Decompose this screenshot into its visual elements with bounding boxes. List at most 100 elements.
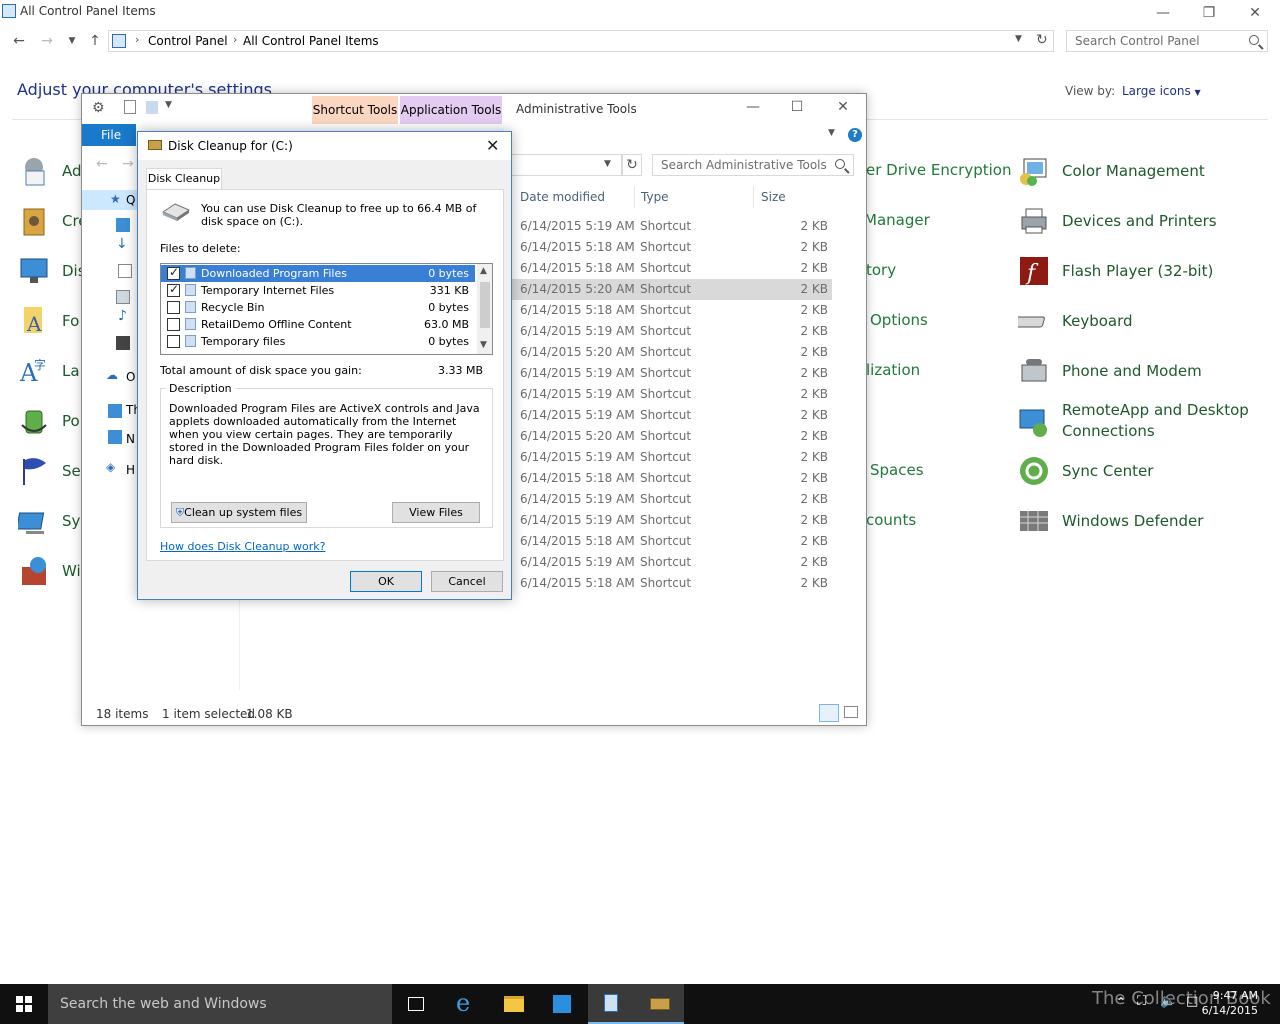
table-row[interactable]: 6/14/2015 5:18 AM Shortcut 2 KB (512, 300, 832, 321)
breadcrumb-control-panel[interactable]: Control Panel (148, 34, 228, 48)
checkbox[interactable] (167, 318, 180, 331)
clean-up-system-files-button[interactable]: ⛨Clean up system files (171, 502, 307, 523)
cp-item-bitlocker[interactable]: er Drive Encryption (866, 161, 1011, 179)
list-item[interactable]: Downloaded Program Files 0 bytes (161, 265, 475, 282)
cp-item-sync-center[interactable]: Sync Center (1018, 456, 1153, 486)
column-date-modified[interactable]: Date modified (520, 190, 605, 204)
breadcrumb-all-items[interactable]: All Control Panel Items (243, 34, 379, 48)
cp-item-file-history[interactable]: tory (866, 261, 896, 279)
cp-item-device-manager[interactable]: Manager (864, 211, 930, 229)
list-item[interactable]: RetailDemo Offline Content 63.0 MB (161, 316, 475, 333)
back-arrow-icon[interactable]: ← (9, 32, 29, 50)
tab-application-tools[interactable]: Application Tools (400, 96, 502, 124)
music-icon[interactable]: ♪ (118, 308, 127, 324)
cp-item-keyboard[interactable]: Keyboard (1014, 306, 1133, 336)
checkbox[interactable] (167, 301, 180, 314)
address-dropdown-icon[interactable]: ▼ (1015, 34, 1022, 44)
minimize-button[interactable]: — (730, 94, 776, 120)
cancel-button[interactable]: Cancel (431, 571, 503, 592)
cp-item-left-1[interactable]: Cre (18, 206, 88, 236)
volume-icon[interactable]: 🔈 (1160, 994, 1176, 1009)
column-type[interactable]: Type (641, 190, 669, 204)
onedrive-icon[interactable]: ☁ (106, 368, 118, 382)
properties-icon[interactable]: ⚙ (92, 100, 105, 116)
large-icons-view-icon[interactable] (844, 706, 858, 718)
downloads-icon[interactable]: ↓ (116, 236, 128, 252)
close-icon[interactable]: ✕ (486, 136, 499, 155)
scroll-down-icon[interactable]: ▼ (480, 340, 487, 350)
cp-item-left-3[interactable]: A Fo (18, 306, 79, 336)
task-view-button[interactable] (392, 984, 440, 1024)
network-icon[interactable] (108, 430, 122, 444)
homegroup-icon[interactable]: ◈ (106, 460, 115, 474)
notifications-icon[interactable]: □ (1186, 994, 1198, 1009)
table-row[interactable]: 6/14/2015 5:20 AM Shortcut 2 KB (512, 279, 832, 300)
table-row[interactable]: 6/14/2015 5:19 AM Shortcut 2 KB (512, 363, 832, 384)
control-panel-search-input[interactable]: Search Control Panel (1066, 30, 1268, 52)
table-row[interactable]: 6/14/2015 5:18 AM Shortcut 2 KB (512, 468, 832, 489)
table-row[interactable]: 6/14/2015 5:20 AM Shortcut 2 KB (512, 342, 832, 363)
checkbox[interactable] (167, 335, 180, 348)
pictures-icon[interactable] (116, 290, 130, 304)
restore-button[interactable]: ❐ (1186, 0, 1232, 26)
address-bar[interactable]: ▼ (512, 154, 622, 176)
table-row[interactable]: 6/14/2015 5:18 AM Shortcut 2 KB (512, 258, 832, 279)
cp-item-left-4[interactable]: A 字 La (18, 356, 80, 387)
this-pc-icon[interactable] (108, 404, 122, 418)
cp-item-devices-printers[interactable]: Devices and Printers (1018, 206, 1217, 236)
scroll-up-icon[interactable]: ▲ (480, 266, 487, 276)
cp-item-left-0[interactable]: Ad (18, 156, 82, 186)
forward-arrow-icon[interactable]: → (122, 156, 134, 172)
file-explorer-button[interactable] (490, 984, 538, 1024)
chevron-up-icon[interactable]: ⌃ (1116, 995, 1126, 1009)
cp-item-personalization[interactable]: lization (866, 361, 920, 379)
ribbon-expand-icon[interactable]: ▼ (828, 128, 835, 138)
videos-icon[interactable] (116, 336, 130, 350)
edge-button[interactable]: e (442, 984, 490, 1024)
minimize-button[interactable]: — (1140, 0, 1186, 26)
control-panel-taskbar-button[interactable] (588, 984, 636, 1024)
ok-button[interactable]: OK (350, 571, 422, 592)
table-row[interactable]: 6/14/2015 5:19 AM Shortcut 2 KB (512, 510, 832, 531)
table-row[interactable]: 6/14/2015 5:18 AM Shortcut 2 KB (512, 531, 832, 552)
new-folder-icon[interactable] (146, 101, 158, 114)
details-view-icon[interactable] (819, 704, 839, 722)
cp-item-phone-modem[interactable]: Phone and Modem (1018, 356, 1202, 386)
qa-dropdown-icon[interactable]: ▼ (165, 100, 172, 110)
cp-item-flash-player[interactable]: f Flash Player (32-bit) (1018, 256, 1213, 286)
table-row[interactable]: 6/14/2015 5:19 AM Shortcut 2 KB (512, 489, 832, 510)
help-link[interactable]: How does Disk Cleanup work? (160, 540, 325, 553)
help-icon[interactable]: ? (848, 128, 862, 142)
address-bar[interactable]: › Control Panel › All Control Panel Item… (108, 30, 1054, 52)
back-arrow-icon[interactable]: ← (96, 156, 108, 172)
cp-item-storage-spaces[interactable]: Spaces (870, 461, 924, 479)
address-dropdown-icon[interactable]: ▼ (604, 159, 611, 169)
list-scrollbar[interactable]: ▲ ▼ (477, 264, 492, 354)
close-button[interactable]: ✕ (820, 94, 866, 120)
list-item[interactable]: Recycle Bin 0 bytes (161, 299, 475, 316)
cp-item-remoteapp[interactable]: RemoteApp and Desktop Connections (1018, 401, 1249, 446)
column-size[interactable]: Size (761, 190, 786, 204)
network-tray-icon[interactable]: ⛶ (1137, 994, 1146, 1009)
checkbox[interactable] (167, 265, 180, 280)
cp-item-left-5[interactable]: Po (18, 406, 80, 436)
tab-disk-cleanup[interactable]: Disk Cleanup (146, 168, 222, 190)
admin-tools-search-input[interactable]: Search Administrative Tools (652, 154, 854, 176)
maximize-button[interactable]: ☐ (774, 94, 820, 120)
taskbar-search-box[interactable]: Search the web and Windows (48, 984, 392, 1024)
recent-chevron-icon[interactable]: ▼ (62, 32, 82, 50)
table-row[interactable]: 6/14/2015 5:20 AM Shortcut 2 KB (512, 426, 832, 447)
documents-icon[interactable] (118, 264, 132, 278)
column-separator[interactable] (634, 186, 635, 208)
cp-item-left-6[interactable]: Se (18, 456, 81, 486)
table-row[interactable]: 6/14/2015 5:19 AM Shortcut 2 KB (512, 405, 832, 426)
disk-cleanup-taskbar-button[interactable] (636, 984, 684, 1024)
cp-item-windows-defender[interactable]: Windows Defender (1018, 506, 1203, 536)
cp-item-user-accounts[interactable]: counts (866, 511, 916, 529)
cp-item-left-2[interactable]: Dis (18, 256, 86, 286)
store-button[interactable] (538, 984, 586, 1024)
table-row[interactable]: 6/14/2015 5:19 AM Shortcut 2 KB (512, 216, 832, 237)
checklist-icon[interactable] (124, 100, 136, 114)
table-row[interactable]: 6/14/2015 5:19 AM Shortcut 2 KB (512, 321, 832, 342)
close-button[interactable]: ✕ (1232, 0, 1278, 26)
